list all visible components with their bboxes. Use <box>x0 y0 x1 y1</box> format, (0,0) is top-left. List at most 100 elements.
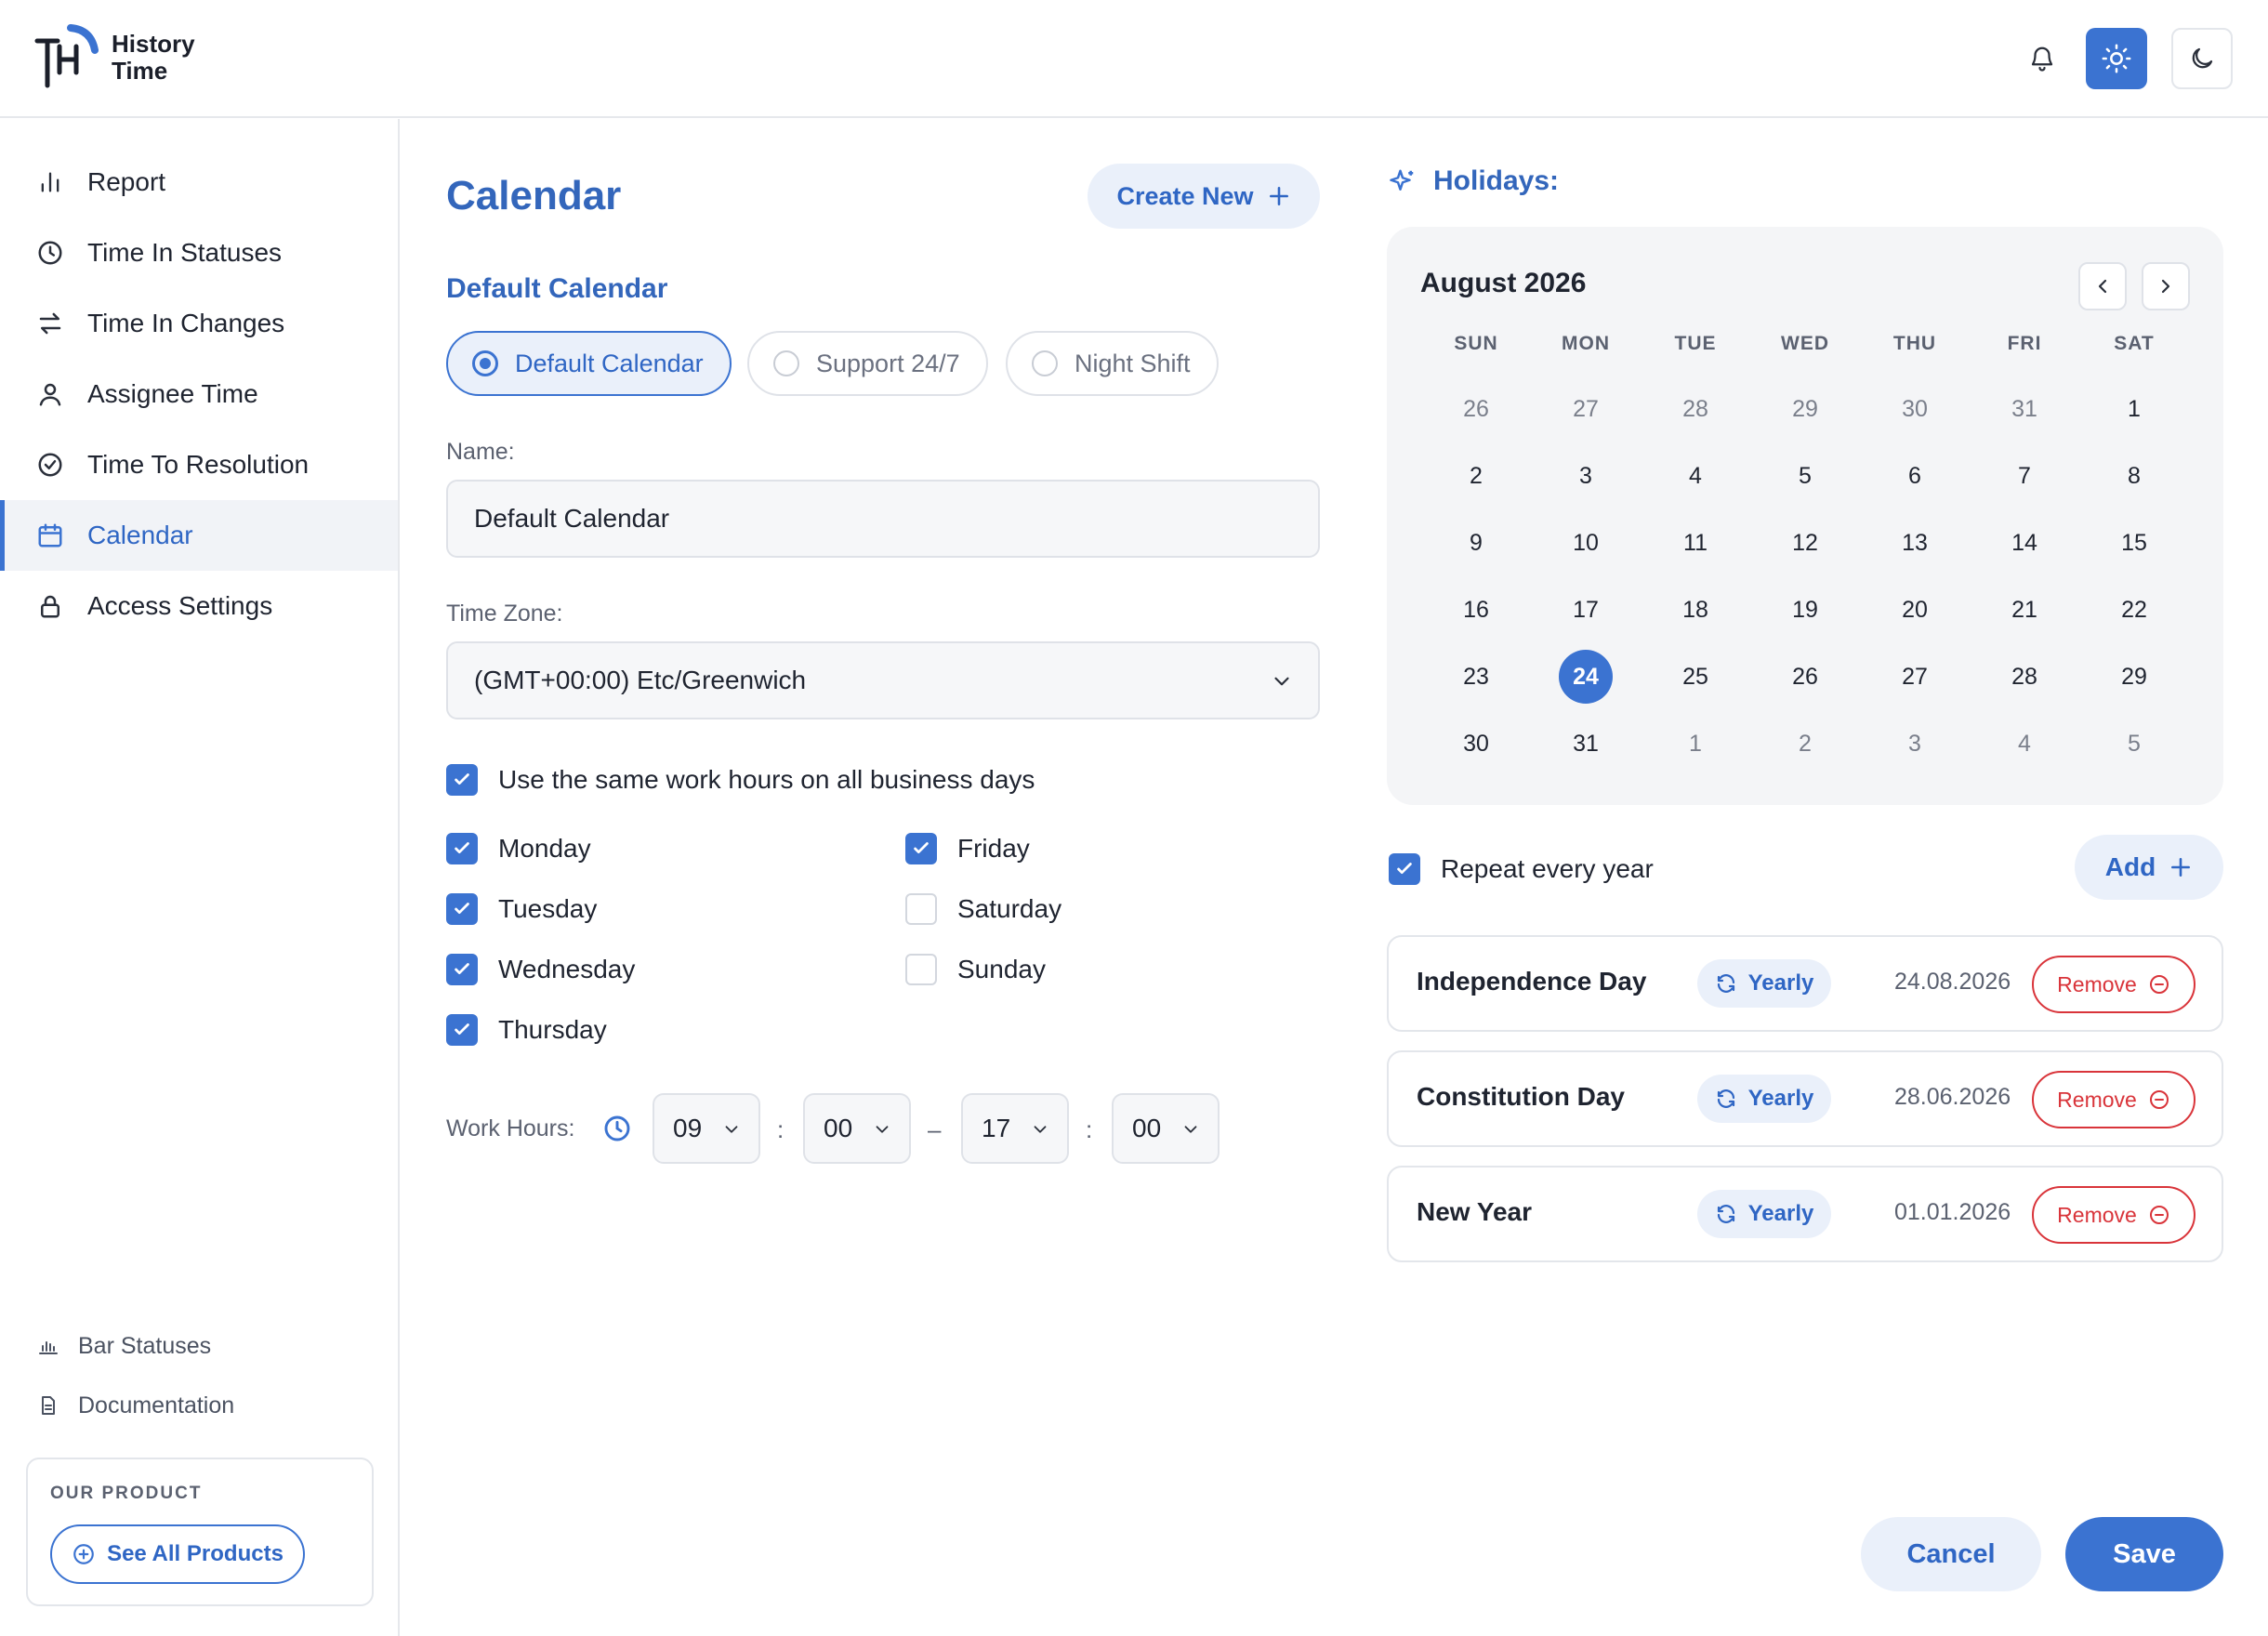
sidebar-item-label: Report <box>87 167 166 196</box>
minus-circle-icon <box>2148 1088 2170 1111</box>
day-checkbox-sunday[interactable]: Sunday <box>905 954 1046 985</box>
calendar-day-outside[interactable]: 31 <box>1998 382 2051 436</box>
calendar-day[interactable]: 28 <box>1998 650 2051 704</box>
yearly-badge-label: Yearly <box>1747 1201 1814 1226</box>
calendar-day[interactable]: 5 <box>1778 449 1832 503</box>
cancel-button[interactable]: Cancel <box>1861 1517 2041 1591</box>
calendar-day[interactable]: 21 <box>1998 583 2051 637</box>
create-new-button[interactable]: Create New <box>1088 164 1320 229</box>
sidebar-item-assignee-time[interactable]: Assignee Time <box>0 359 398 429</box>
calendar-day[interactable]: 3 <box>1559 449 1613 503</box>
calendar-day[interactable]: 25 <box>1668 650 1722 704</box>
calendar-day[interactable]: 19 <box>1778 583 1832 637</box>
sidebar-link-documentation[interactable]: Documentation <box>35 1387 234 1424</box>
calendar-day[interactable]: 15 <box>2107 516 2161 570</box>
calendar-day-outside[interactable]: 26 <box>1449 382 1503 436</box>
end-hour-select[interactable]: 17 <box>961 1093 1069 1164</box>
see-all-products-label: See All Products <box>107 1541 284 1566</box>
save-button[interactable]: Save <box>2065 1517 2223 1591</box>
plus-circle-icon <box>72 1542 96 1566</box>
calendar-day[interactable]: 13 <box>1888 516 1942 570</box>
calendar-day[interactable]: 22 <box>2107 583 2161 637</box>
calendar-day[interactable]: 1 <box>2107 382 2161 436</box>
repeat-every-year-checkbox[interactable]: Repeat every year <box>1389 853 1654 885</box>
work-hours-label: Work Hours: <box>446 1115 575 1141</box>
logo[interactable]: History Time <box>33 24 195 91</box>
calendar-day[interactable]: 23 <box>1449 650 1503 704</box>
remove-holiday-button[interactable]: Remove <box>2032 956 2195 1013</box>
calendar-day[interactable]: 27 <box>1888 650 1942 704</box>
calendar-day[interactable]: 7 <box>1998 449 2051 503</box>
day-checkbox-saturday[interactable]: Saturday <box>905 893 1061 925</box>
sidebar-link-bar-statuses[interactable]: Bar Statuses <box>35 1327 211 1365</box>
calendar-day[interactable]: 6 <box>1888 449 1942 503</box>
light-theme-button[interactable] <box>2086 28 2147 89</box>
day-checkbox-thursday[interactable]: Thursday <box>446 1014 607 1046</box>
calendar-option-night-shift[interactable]: Night Shift <box>1006 331 1219 396</box>
calendar-day-outside[interactable]: 29 <box>1778 382 1832 436</box>
calendar-option-label: Default Calendar <box>515 349 704 377</box>
calendar-day-outside[interactable]: 27 <box>1559 382 1613 436</box>
see-all-products-button[interactable]: See All Products <box>50 1524 305 1584</box>
sidebar-item-time-in-changes[interactable]: Time In Changes <box>0 288 398 359</box>
timezone-select[interactable]: (GMT+00:00) Etc/Greenwich <box>446 641 1320 719</box>
calendar-day-outside[interactable]: 4 <box>1998 717 2051 771</box>
next-month-button[interactable] <box>2142 262 2190 310</box>
day-checkbox-wednesday[interactable]: Wednesday <box>446 954 635 985</box>
dark-theme-button[interactable] <box>2171 28 2233 89</box>
calendar-day-outside[interactable]: 3 <box>1888 717 1942 771</box>
add-holiday-button[interactable]: Add <box>2075 835 2223 900</box>
holiday-name: Constitution Day <box>1417 1082 1625 1111</box>
day-checkbox-tuesday[interactable]: Tuesday <box>446 893 597 925</box>
calendar-day[interactable]: 24 <box>1559 650 1613 704</box>
calendar-day[interactable]: 17 <box>1559 583 1613 637</box>
clock-icon <box>35 238 65 268</box>
minus-circle-icon <box>2148 973 2170 996</box>
calendar-day-outside[interactable]: 5 <box>2107 717 2161 771</box>
refresh-icon <box>1715 1203 1737 1225</box>
calendar-day-outside[interactable]: 1 <box>1668 717 1722 771</box>
calendar-day[interactable]: 10 <box>1559 516 1613 570</box>
remove-holiday-button[interactable]: Remove <box>2032 1186 2195 1244</box>
calendar-day-outside[interactable]: 2 <box>1778 717 1832 771</box>
calendar-day[interactable]: 14 <box>1998 516 2051 570</box>
same-hours-checkbox[interactable]: Use the same work hours on all business … <box>446 764 1035 796</box>
sidebar-item-access-settings[interactable]: Access Settings <box>0 571 398 641</box>
calendar-day[interactable]: 8 <box>2107 449 2161 503</box>
calendar-day[interactable]: 30 <box>1449 717 1503 771</box>
calendar-option-label: Support 24/7 <box>816 349 960 377</box>
calendar-day-outside[interactable]: 30 <box>1888 382 1942 436</box>
checkbox-checked <box>446 833 478 864</box>
calendar-day[interactable]: 2 <box>1449 449 1503 503</box>
day-checkbox-monday[interactable]: Monday <box>446 833 591 864</box>
calendar-day[interactable]: 18 <box>1668 583 1722 637</box>
sidebar-item-time-in-statuses[interactable]: Time In Statuses <box>0 218 398 288</box>
sidebar-item-report[interactable]: Report <box>0 147 398 218</box>
calendar-day-outside[interactable]: 28 <box>1668 382 1722 436</box>
calendar-option-default[interactable]: Default Calendar <box>446 331 732 396</box>
radio-button <box>1032 350 1058 376</box>
calendar-day[interactable]: 4 <box>1668 449 1722 503</box>
calendar-day[interactable]: 16 <box>1449 583 1503 637</box>
start-minute-select[interactable]: 00 <box>803 1093 911 1164</box>
calendar-month-label: August 2026 <box>1420 268 1587 298</box>
remove-holiday-button[interactable]: Remove <box>2032 1071 2195 1128</box>
end-minute-select[interactable]: 00 <box>1112 1093 1220 1164</box>
name-input[interactable]: Default Calendar <box>446 480 1320 558</box>
calendar-day[interactable]: 9 <box>1449 516 1503 570</box>
notifications-button[interactable] <box>2011 28 2073 89</box>
calendar-day[interactable]: 20 <box>1888 583 1942 637</box>
sidebar-item-time-to-resolution[interactable]: Time To Resolution <box>0 429 398 500</box>
calendar-option-support[interactable]: Support 24/7 <box>747 331 988 396</box>
minus-circle-icon <box>2148 1204 2170 1226</box>
sidebar-item-calendar[interactable]: Calendar <box>0 500 398 571</box>
calendar-day[interactable]: 29 <box>2107 650 2161 704</box>
calendar-day[interactable]: 26 <box>1778 650 1832 704</box>
name-label: Name: <box>446 439 515 465</box>
calendar-day[interactable]: 31 <box>1559 717 1613 771</box>
calendar-day[interactable]: 11 <box>1668 516 1722 570</box>
start-hour-select[interactable]: 09 <box>653 1093 760 1164</box>
prev-month-button[interactable] <box>2078 262 2127 310</box>
day-checkbox-friday[interactable]: Friday <box>905 833 1030 864</box>
calendar-day[interactable]: 12 <box>1778 516 1832 570</box>
